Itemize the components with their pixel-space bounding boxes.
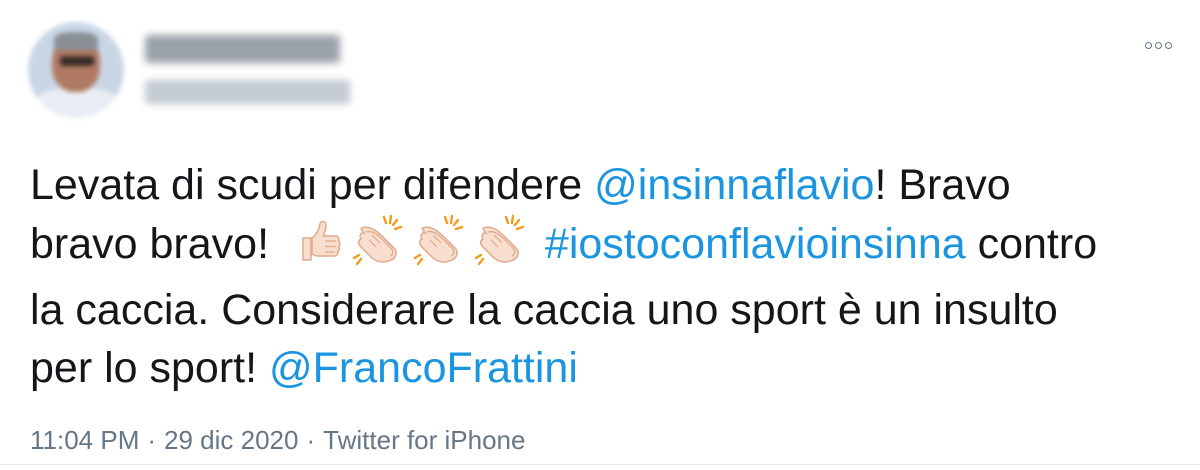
tweet-line-1: Levata di scudi per difendere @insinnafl… <box>30 156 1180 214</box>
more-options-button[interactable] <box>1138 34 1178 56</box>
tweet-line-3: la caccia. Considerare la caccia uno spo… <box>30 286 1058 334</box>
clapping-hands-icon <box>472 214 530 281</box>
hashtag-iostoconflavioinsinna[interactable]: #iostoconflavioinsinna <box>545 220 966 268</box>
tweet-text-segment: contro <box>965 220 1098 268</box>
more-dot-icon <box>1144 41 1152 49</box>
more-dot-icon <box>1164 41 1172 49</box>
display-name-blurred[interactable] <box>145 35 340 63</box>
thumbs-up-icon <box>295 214 347 281</box>
tweet-source[interactable]: Twitter for iPhone <box>323 425 525 455</box>
more-dot-icon <box>1154 41 1162 49</box>
avatar[interactable] <box>28 22 124 118</box>
tweet-header <box>0 0 1200 130</box>
avatar-hair <box>54 32 98 50</box>
tweet-text-segment: per lo sport! <box>30 344 269 392</box>
clapping-hands-icon <box>350 214 408 281</box>
tweet-time[interactable]: 11:04 PM <box>30 425 139 455</box>
tweet-text-segment: ! Bravo <box>874 161 1011 209</box>
tweet-date[interactable]: 29 dic 2020 <box>164 425 298 455</box>
avatar-shirt <box>34 88 120 118</box>
tweet-metadata: 11:04 PM · 29 dic 2020 · Twitter for iPhone <box>30 422 525 458</box>
tweet-line-2: bravo bravo! #iostoconflavioinsinna cont… <box>30 214 1180 281</box>
username-blurred[interactable] <box>145 80 350 104</box>
bottom-divider <box>0 464 1200 465</box>
mention-francofrattini[interactable]: @FrancoFrattini <box>269 344 578 392</box>
tweet-text-segment: bravo bravo! <box>30 220 281 268</box>
meta-separator: · <box>147 425 157 455</box>
tweet-card: Levata di scudi per difendere @insinnafl… <box>0 0 1200 470</box>
mention-insinnaflavio[interactable]: @insinnaflavio <box>594 161 874 209</box>
avatar-glasses <box>60 56 94 66</box>
clapping-hands-icon <box>411 214 469 281</box>
tweet-text-segment: Levata di scudi per difendere <box>30 161 595 209</box>
tweet-text: Levata di scudi per difendere @insinnafl… <box>30 156 1180 397</box>
meta-separator: · <box>306 425 316 455</box>
tweet-line-4: per lo sport! @FrancoFrattini <box>30 339 1180 397</box>
